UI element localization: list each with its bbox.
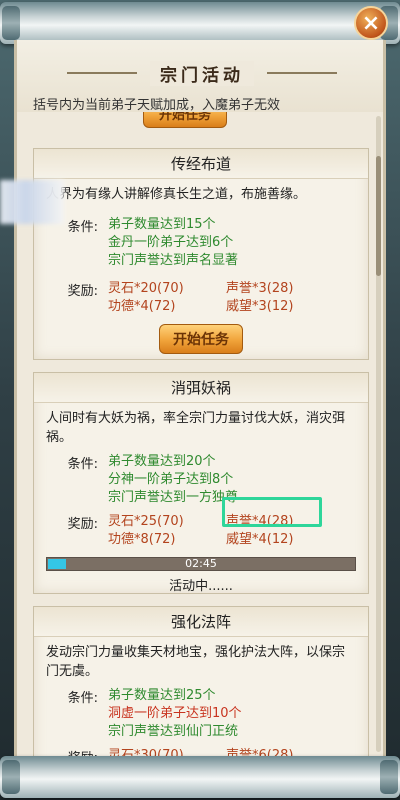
reward-item: 声誉*3(28): [226, 281, 294, 296]
activity-status: 活动中......: [169, 579, 233, 594]
rewards-label: 奖励:: [67, 517, 98, 532]
roller-cap-right: [380, 760, 398, 794]
conditions-label: 条件:: [67, 691, 98, 706]
title-bar: 宗门活动: [67, 58, 337, 88]
condition-item: 弟子数量达到20个: [108, 454, 216, 469]
conditions-list: 弟子数量达到20个 分神一阶弟子达到8个 宗门声誉达到一方独尊: [108, 453, 238, 507]
rewards-label: 奖励:: [67, 284, 98, 299]
conditions-label: 条件:: [67, 220, 98, 235]
scroll-roller-bottom: [0, 756, 400, 798]
activity-progress-bar: 02:45: [46, 557, 356, 571]
condition-item: 弟子数量达到25个: [108, 688, 216, 703]
card-title: 传经布道: [170, 155, 231, 173]
rewards-grid: 灵石*20(70) 声誉*3(28) 功德*4(72) 威望*3(12): [108, 280, 346, 316]
roller-cap-left: [2, 760, 20, 794]
condition-item: 弟子数量达到15个: [108, 217, 216, 232]
highlight-box: [222, 497, 322, 527]
activity-card-2: 消弭妖祸 人间时有大妖为祸，率全宗门力量讨伐大妖，消灾弭祸。 条件: 弟子数量达…: [33, 372, 369, 594]
condition-item: 金丹一阶弟子达到6个: [108, 235, 234, 250]
card-header: 强化法阵: [34, 607, 368, 637]
start-task-button[interactable]: 开始任务: [159, 324, 243, 354]
conditions-label: 条件:: [67, 457, 98, 472]
close-icon[interactable]: ×: [354, 6, 388, 40]
card-description: 人间时有大妖为祸，率全宗门力量讨伐大妖，消灾弭祸。: [46, 411, 346, 445]
condition-item: 宗门声誉达到声名显著: [108, 253, 239, 268]
progress-time: 02:45: [185, 557, 217, 570]
card-description: 人界为有缘人讲解修真长生之道，布施善缘。: [46, 187, 307, 202]
condition-item: 宗门声誉达到仙门正统: [108, 724, 239, 739]
reward-item: 灵石*25(70): [108, 514, 184, 529]
scroll-roller-top: [0, 2, 400, 44]
condition-item: 洞虚一阶弟子达到10个: [108, 706, 242, 721]
scrollbar[interactable]: [376, 116, 381, 752]
page-title: 宗门活动: [150, 60, 254, 86]
reward-item: 功德*4(72): [108, 299, 176, 314]
card-header: 传经布道: [34, 149, 368, 179]
activity-panel: 宗门活动 括号内为当前弟子天赋加成，入魔弟子无效 开始任务 传经布道 人界为有缘…: [14, 40, 386, 760]
roller-cap-left: [2, 6, 20, 40]
reward-item: 威望*3(12): [226, 299, 294, 314]
reward-item: 功德*8(72): [108, 532, 176, 547]
start-task-button-partial[interactable]: 开始任务: [143, 112, 227, 128]
condition-item: 分神一阶弟子达到8个: [108, 472, 234, 487]
reward-item: 威望*4(12): [226, 532, 294, 547]
activity-list[interactable]: 开始任务 传经布道 人界为有缘人讲解修真长生之道，布施善缘。 条件: 弟子数量达…: [17, 112, 383, 760]
conditions-list: 弟子数量达到25个 洞虚一阶弟子达到10个 宗门声誉达到仙门正统: [108, 687, 242, 741]
condition-item: 宗门声誉达到一方独尊: [108, 490, 239, 505]
rewards-row: 奖励: 灵石*20(70) 声誉*3(28) 功德*4(72) 威望*3(12): [34, 280, 368, 316]
card-title: 强化法阵: [170, 613, 231, 631]
conditions-row: 条件: 弟子数量达到15个 金丹一阶弟子达到6个 宗门声誉达到声名显著: [34, 216, 368, 270]
conditions-row: 条件: 弟子数量达到25个 洞虚一阶弟子达到10个 宗门声誉达到仙门正统: [34, 687, 368, 741]
activity-card-3: 强化法阵 发动宗门力量收集天材地宝，强化护法大阵，以保宗门无虞。 条件: 弟子数…: [33, 606, 369, 760]
avatar: [0, 180, 64, 224]
card-description: 发动宗门力量收集天材地宝，强化护法大阵，以保宗门无虞。: [46, 645, 346, 679]
activity-card-1: 传经布道 人界为有缘人讲解修真长生之道，布施善缘。 条件: 弟子数量达到15个 …: [33, 148, 369, 360]
conditions-list: 弟子数量达到15个 金丹一阶弟子达到6个 宗门声誉达到声名显著: [108, 216, 238, 270]
panel-header: 宗门活动 括号内为当前弟子天赋加成，入魔弟子无效: [17, 40, 383, 113]
card-title: 消弭妖祸: [170, 379, 231, 397]
subtitle: 括号内为当前弟子天赋加成，入魔弟子无效: [33, 98, 281, 113]
scrollbar-thumb[interactable]: [376, 156, 381, 276]
reward-item: 灵石*20(70): [108, 281, 184, 296]
card-header: 消弭妖祸: [34, 373, 368, 403]
